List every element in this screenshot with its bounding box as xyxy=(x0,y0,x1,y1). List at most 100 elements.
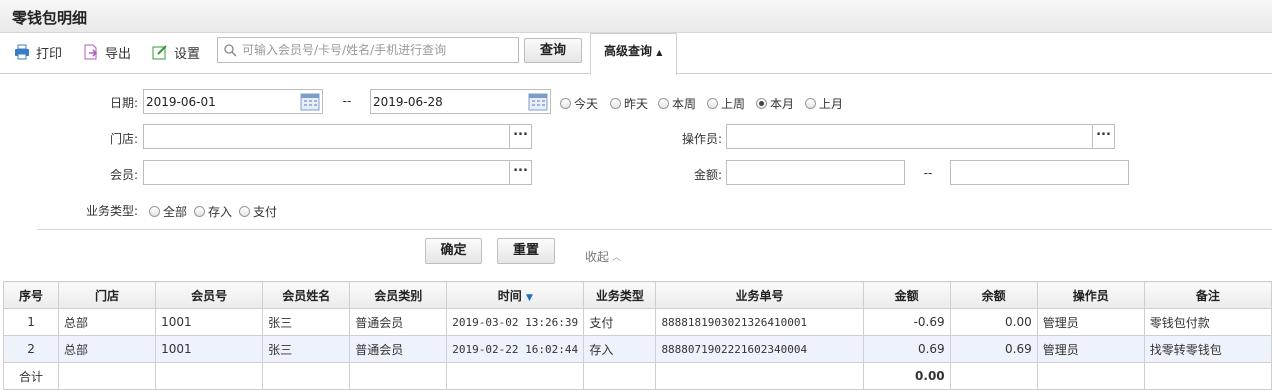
confirm-button[interactable]: 确定 xyxy=(425,238,482,264)
date-to-value: 2019-06-28 xyxy=(373,95,443,109)
cell: 普通会员 xyxy=(349,308,448,336)
col-header[interactable]: 会员姓名 xyxy=(262,281,351,309)
radio-label: 昨天 xyxy=(624,97,649,111)
radio-this-month[interactable]: 本月 xyxy=(756,95,794,112)
radio-deposit[interactable]: 存入 xyxy=(194,203,232,220)
printer-icon xyxy=(15,44,29,60)
cell: 1001 xyxy=(155,308,264,336)
radio-label: 存入 xyxy=(208,205,233,219)
cell: 找零转零钱包 xyxy=(1143,335,1272,363)
table-row[interactable]: 2 总部 1001 张三 普通会员 2019-02-22 16:02:44 存入… xyxy=(2,335,1272,363)
cell: 0.69 xyxy=(862,335,951,363)
store-field[interactable]: ... xyxy=(143,124,532,149)
settings-label: 设置 xyxy=(174,46,201,62)
sort-desc-icon: ▼ xyxy=(525,292,533,303)
col-header[interactable]: 门店 xyxy=(58,281,157,309)
export-button[interactable]: 导出 xyxy=(83,42,131,62)
cell: 零钱包付款 xyxy=(1143,308,1272,336)
page-title: 零钱包明细 xyxy=(12,9,88,27)
amount-to-field[interactable] xyxy=(950,160,1129,185)
cell: 张三 xyxy=(262,335,351,363)
details-table: 序号 门店 会员号 会员姓名 会员类别 时间 ▼ 业务类型 业务单号 金额 余额… xyxy=(2,281,1272,390)
radio-today[interactable]: 今天 xyxy=(560,95,598,112)
search-box[interactable] xyxy=(217,37,519,63)
total-label: 合计 xyxy=(2,362,60,390)
date-to-field[interactable]: 2019-06-28 xyxy=(370,89,551,114)
col-header[interactable]: 金额 xyxy=(862,281,951,309)
tab-advanced-query[interactable]: 高级查询 ▲ xyxy=(590,33,677,75)
cell: 普通会员 xyxy=(349,335,448,363)
cell: 2019-03-02 13:26:39 xyxy=(446,308,585,336)
reset-button[interactable]: 重置 xyxy=(497,238,555,264)
date-from-field[interactable]: 2019-06-01 xyxy=(143,89,323,114)
member-field[interactable]: ... xyxy=(143,160,532,185)
cell: 张三 xyxy=(262,308,351,336)
radio-circle xyxy=(707,98,718,109)
date-from-value: 2019-06-01 xyxy=(146,95,216,109)
radio-circle xyxy=(560,98,571,109)
radio-all[interactable]: 全部 xyxy=(149,203,187,220)
calendar-icon[interactable] xyxy=(300,92,320,111)
export-label: 导出 xyxy=(105,46,132,62)
table-row[interactable]: 1 总部 1001 张三 普通会员 2019-03-02 13:26:39 支付… xyxy=(2,308,1272,336)
collapse-label: 收起 xyxy=(585,250,610,264)
col-header-time[interactable]: 时间 ▼ xyxy=(446,281,585,309)
caret-up-icon: ▲ xyxy=(656,48,663,57)
collapse-link[interactable]: 收起 ︿ xyxy=(585,248,621,265)
edit-settings-icon xyxy=(152,45,167,60)
settings-button[interactable]: 设置 xyxy=(152,42,200,62)
radio-circle xyxy=(239,206,250,217)
query-button[interactable]: 查询 xyxy=(524,38,582,63)
export-icon xyxy=(84,44,98,60)
radio-circle xyxy=(149,206,160,217)
col-header[interactable]: 操作员 xyxy=(1036,281,1145,309)
radio-yesterday[interactable]: 昨天 xyxy=(610,95,648,112)
radio-label: 上周 xyxy=(721,97,746,111)
more-icon[interactable]: ... xyxy=(1092,125,1114,148)
radio-label: 支付 xyxy=(253,205,278,219)
amount-label: 金额: xyxy=(693,168,722,182)
amount-from-field[interactable] xyxy=(726,160,905,185)
chevron-up-icon: ︿ xyxy=(612,253,622,263)
calendar-icon[interactable] xyxy=(528,92,548,111)
table-header-row: 序号 门店 会员号 会员姓名 会员类别 时间 ▼ 业务类型 业务单号 金额 余额… xyxy=(2,281,1272,309)
cell: 总部 xyxy=(58,308,157,336)
cell: 0.00 xyxy=(949,308,1038,336)
radio-this-week[interactable]: 本周 xyxy=(658,95,696,112)
operator-field[interactable]: ... xyxy=(726,124,1115,149)
radio-circle xyxy=(805,98,816,109)
radio-last-week[interactable]: 上周 xyxy=(707,95,745,112)
more-icon[interactable]: ... xyxy=(509,161,531,184)
radio-label: 今天 xyxy=(574,97,599,111)
cell: 8888181903021326410001 xyxy=(655,308,864,336)
more-icon[interactable]: ... xyxy=(509,125,531,148)
search-input[interactable] xyxy=(242,41,512,59)
print-label: 打印 xyxy=(36,46,63,62)
cell: -0.69 xyxy=(862,308,951,336)
cell: 1001 xyxy=(155,335,264,363)
radio-last-month[interactable]: 上月 xyxy=(805,95,843,112)
col-header[interactable]: 备注 xyxy=(1143,281,1272,309)
radio-payment[interactable]: 支付 xyxy=(239,203,277,220)
store-label: 门店: xyxy=(109,132,138,146)
operator-label: 操作员: xyxy=(681,132,722,146)
radio-label: 上月 xyxy=(819,97,844,111)
advanced-query-label: 高级查询 xyxy=(604,44,653,58)
col-header[interactable]: 会员号 xyxy=(155,281,264,309)
radio-label: 本月 xyxy=(770,97,795,111)
radio-circle-checked xyxy=(756,98,767,109)
cell: 0.69 xyxy=(949,335,1038,363)
col-header[interactable]: 余额 xyxy=(949,281,1038,309)
title-bar: 零钱包明细 xyxy=(0,0,1272,33)
member-label: 会员: xyxy=(109,168,138,182)
radio-label: 本周 xyxy=(672,97,697,111)
radio-circle xyxy=(658,98,669,109)
total-amount: 0.00 xyxy=(862,362,951,390)
col-header[interactable]: 业务单号 xyxy=(655,281,864,309)
cell: 8888071902221602340004 xyxy=(655,335,864,363)
col-header[interactable]: 序号 xyxy=(2,281,60,309)
col-header[interactable]: 会员类别 xyxy=(349,281,448,309)
cell: 存入 xyxy=(583,335,657,363)
print-button[interactable]: 打印 xyxy=(14,42,62,62)
col-header[interactable]: 业务类型 xyxy=(583,281,657,309)
